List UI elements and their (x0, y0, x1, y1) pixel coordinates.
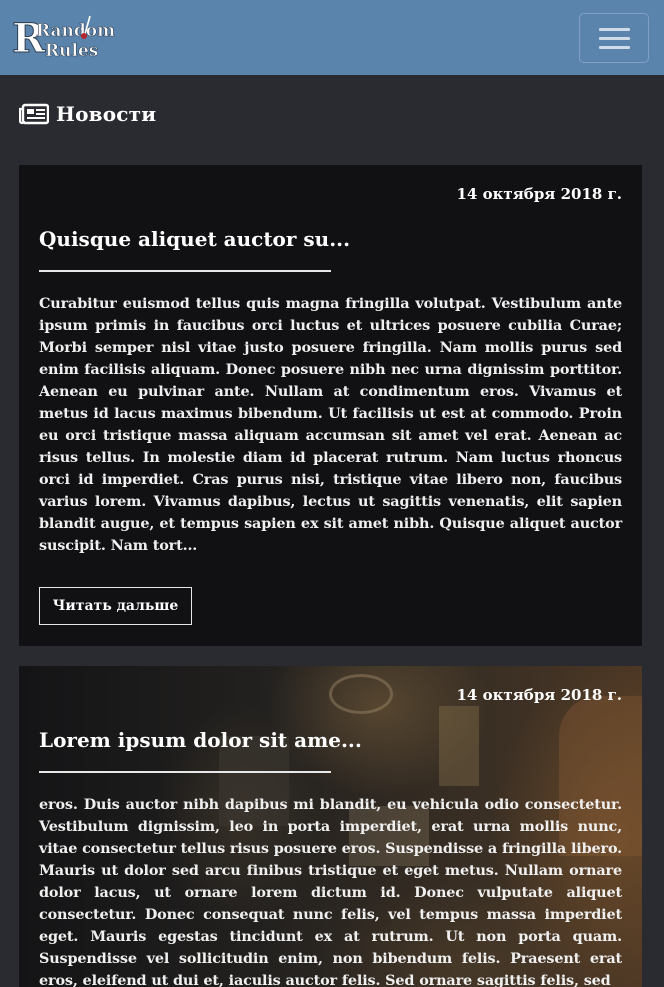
news-title[interactable]: Lorem ipsum dolor sit ame... (39, 728, 362, 752)
logo-text-top: Random (36, 21, 115, 41)
page-title: Новости (56, 102, 157, 126)
news-card: 14 октября 2018 г. Lorem ipsum dolor sit… (19, 666, 642, 987)
menu-toggle-button[interactable] (579, 13, 649, 63)
news-date: 14 октября 2018 г. (456, 686, 623, 704)
news-date: 14 октября 2018 г. (456, 185, 623, 203)
read-more-button[interactable]: Читать дальше (39, 587, 192, 625)
news-card: 14 октября 2018 г. Quisque aliquet aucto… (19, 165, 642, 646)
logo-icon: R Random Rules (12, 15, 116, 63)
news-excerpt: Curabitur euismod tellus quis magna frin… (39, 295, 622, 554)
logo-text-bottom: Rules (45, 41, 98, 61)
navbar: R Random Rules (0, 0, 664, 75)
news-title[interactable]: Quisque aliquet auctor su... (39, 227, 350, 251)
page-header: Новости (19, 98, 156, 130)
site-logo[interactable]: R Random Rules (12, 12, 124, 64)
news-excerpt: eros. Duis auctor nibh dapibus mi blandi… (39, 796, 622, 987)
title-divider (39, 270, 331, 272)
title-divider (39, 771, 331, 773)
newspaper-icon (19, 103, 49, 125)
